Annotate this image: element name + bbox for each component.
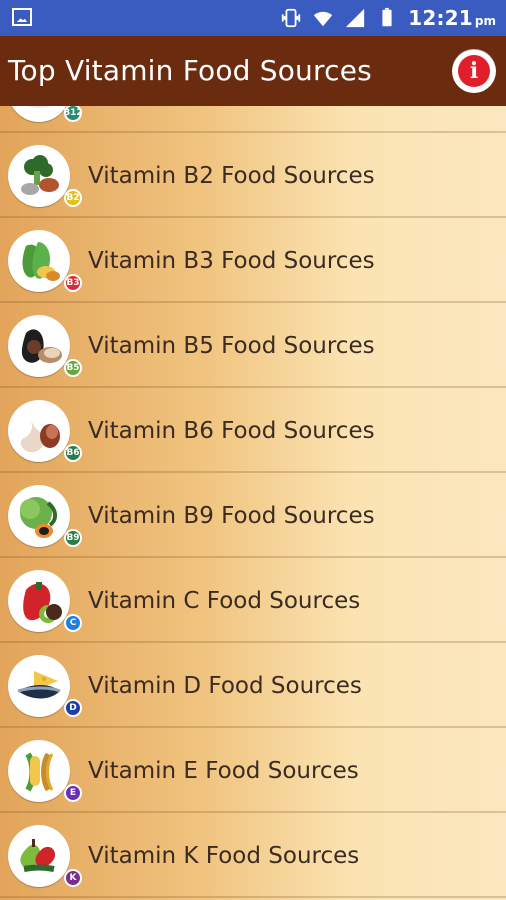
list-item-label: Vitamin B3 Food Sources (88, 247, 375, 274)
food-thumbnail: B6 (8, 399, 82, 462)
cheese-fish-icon (11, 657, 67, 714)
food-thumbnail: B3 (8, 229, 82, 292)
list-item-b5[interactable]: B5 Vitamin B5 Food Sources (0, 303, 506, 388)
list-item-label: Vitamin K Food Sources (88, 842, 360, 869)
vitamin-badge: B9 (64, 528, 82, 547)
list-item-label: Vitamin D Food Sources (88, 672, 362, 699)
food-thumbnail: B5 (8, 314, 82, 377)
vitamin-badge: B3 (64, 273, 82, 292)
food-thumbnail: E (8, 739, 82, 802)
list-item-b12[interactable]: B12 (0, 106, 506, 133)
list-item-label: Vitamin E Food Sources (88, 757, 359, 784)
corn-wheat-icon (11, 742, 67, 799)
avocado-icon (11, 317, 67, 374)
food-thumbnail: B9 (8, 484, 82, 547)
list-item-b3[interactable]: B3 Vitamin B3 Food Sources (0, 218, 506, 303)
battery-icon (382, 7, 392, 27)
food-illustration-icon (15, 106, 63, 119)
gallery-icon (12, 8, 32, 26)
list-item-d[interactable]: D Vitamin D Food Sources (0, 643, 506, 728)
signal-icon (346, 8, 365, 28)
food-thumbnail: C (8, 569, 82, 632)
pear-pepper-icon (11, 827, 67, 884)
vitamin-badge: B12 (63, 106, 83, 122)
list-item-c[interactable]: C Vitamin C Food Sources (0, 558, 506, 643)
peas-icon (11, 232, 67, 289)
list-item-b2[interactable]: B2 Vitamin B2 Food Sources (0, 133, 506, 218)
vitamin-badge: D (64, 698, 82, 717)
food-thumbnail: B12 (8, 106, 83, 122)
vitamin-badge: K (64, 868, 82, 887)
status-bar: 12:21 pm (0, 0, 506, 36)
info-button[interactable]: i (452, 49, 496, 93)
list-item-label: Vitamin B9 Food Sources (88, 502, 375, 529)
app-bar: Top Vitamin Food Sources i (0, 36, 506, 106)
vitamin-badge: B2 (64, 188, 82, 207)
list-item-label: Vitamin B2 Food Sources (88, 162, 375, 189)
vibrate-icon (282, 8, 301, 28)
list-item-label: Vitamin B5 Food Sources (88, 332, 375, 359)
vitamin-badge: B5 (64, 358, 82, 377)
info-icon: i (458, 55, 490, 87)
vitamin-list: B12 B2 Vitamin B2 Food Sources B3 Vitami… (0, 106, 506, 900)
list-item-label: Vitamin C Food Sources (88, 587, 361, 614)
status-time: 12:21 pm (408, 6, 496, 30)
broccoli-icon (11, 147, 67, 204)
garlic-icon (11, 402, 67, 459)
list-item-b9[interactable]: B9 Vitamin B9 Food Sources (0, 473, 506, 558)
status-icons: 12:21 pm (280, 5, 496, 31)
food-thumbnail: B2 (8, 144, 82, 207)
vitamin-badge: B6 (64, 443, 82, 462)
list-item-b6[interactable]: B6 Vitamin B6 Food Sources (0, 388, 506, 473)
list-item-e[interactable]: E Vitamin E Food Sources (0, 728, 506, 813)
wifi-icon (314, 11, 333, 27)
vitamin-badge: C (64, 613, 82, 632)
cabbage-icon (11, 487, 67, 544)
page-title: Top Vitamin Food Sources (8, 54, 372, 87)
food-thumbnail: K (8, 824, 82, 887)
list-item-k[interactable]: K Vitamin K Food Sources (0, 813, 506, 898)
food-thumbnail: D (8, 654, 82, 717)
pepper-icon (11, 572, 67, 629)
vitamin-badge: E (64, 783, 82, 802)
list-item-label: Vitamin B6 Food Sources (88, 417, 375, 444)
